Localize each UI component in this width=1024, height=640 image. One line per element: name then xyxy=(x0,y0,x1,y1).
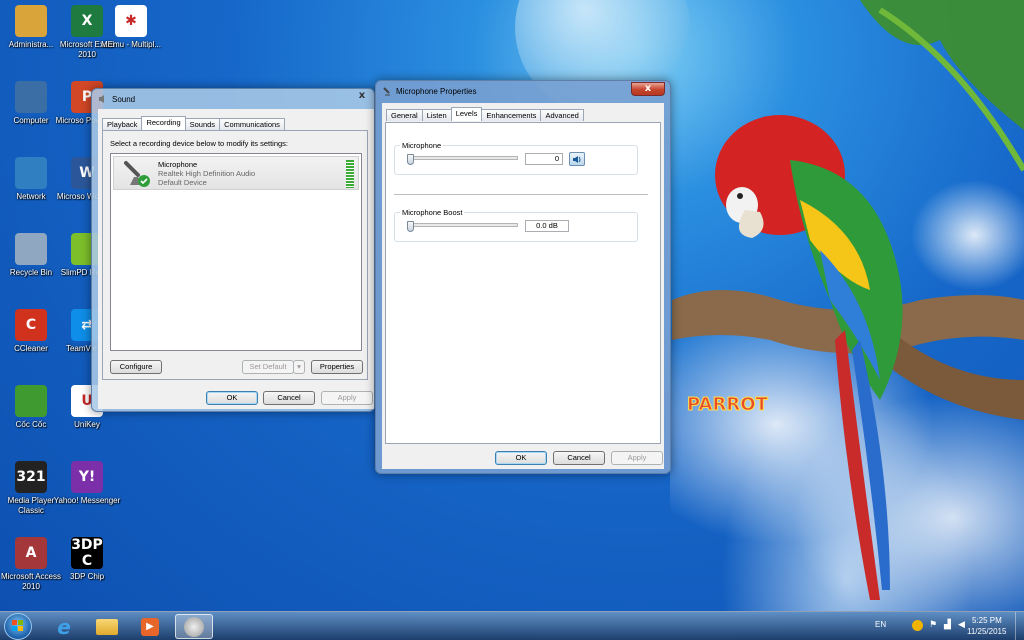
divider xyxy=(394,194,648,195)
speaker-icon xyxy=(184,616,204,637)
administrator-icon xyxy=(15,5,47,37)
access-icon: A xyxy=(15,537,47,569)
start-button[interactable] xyxy=(4,613,32,640)
microphone-icon xyxy=(383,87,390,96)
media-player-classic-icon: 321 xyxy=(15,461,47,493)
mic-titlebar[interactable]: Microphone Properties xyxy=(376,81,670,101)
device-driver: Realtek High Definition Audio xyxy=(158,169,256,178)
speaker-icon xyxy=(99,95,104,103)
sound-ok-button[interactable]: OK xyxy=(206,391,258,405)
svg-text:PARROT: PARROT xyxy=(687,394,768,415)
taskbar-media-player[interactable]: ▶ xyxy=(131,614,169,639)
language-indicator[interactable]: EN xyxy=(875,620,886,629)
microphone-value[interactable]: 0 xyxy=(525,153,563,165)
tab-playback[interactable]: Playback xyxy=(102,118,143,130)
wallpaper-clouds xyxy=(670,300,1024,611)
mic-title: Microphone Properties xyxy=(396,86,477,96)
default-checkmark-icon xyxy=(138,175,150,187)
microphone-properties-dialog: Microphone Properties x General Listen L… xyxy=(375,80,671,474)
tray-app-icon[interactable] xyxy=(912,620,923,631)
computer-icon xyxy=(15,81,47,113)
wallpaper-clouds-right xyxy=(900,170,1024,300)
desktop-icon-label: 3DP Chip xyxy=(69,572,105,581)
recording-instruction: Select a recording device below to modif… xyxy=(110,139,289,148)
media-player-icon: ▶ xyxy=(141,617,159,636)
sound-dialog: Sound x Playback Recording Sounds Commun… xyxy=(91,88,375,412)
sound-apply-button[interactable]: Apply xyxy=(321,391,373,405)
desktop-icon-yahoo-messenger[interactable]: Y! Yahoo! Messenger xyxy=(52,461,122,506)
tab-general[interactable]: General xyxy=(386,109,423,121)
sound-titlebar[interactable]: Sound xyxy=(92,89,374,109)
3dp-chip-icon: 3DP C xyxy=(71,537,103,569)
speaker-icon xyxy=(573,155,581,163)
tab-recording[interactable]: Recording xyxy=(141,116,186,130)
sound-client: Playback Recording Sounds Communications… xyxy=(98,109,374,409)
memu-icon: ✱ xyxy=(115,5,147,37)
coc-coc-icon xyxy=(15,385,47,417)
windows-logo-icon xyxy=(12,620,23,631)
device-name: Microphone xyxy=(158,160,198,169)
sound-tabs: Playback Recording Sounds Communications xyxy=(102,116,285,130)
boost-slider-track[interactable] xyxy=(408,223,518,227)
microphone-slider-thumb[interactable] xyxy=(407,154,414,165)
configure-button[interactable]: Configure xyxy=(110,360,162,374)
show-desktop-button[interactable] xyxy=(1015,612,1024,640)
chevron-down-icon: ▾ xyxy=(297,362,301,371)
desktop-icon-memu[interactable]: ✱ MEmu - Multipl... xyxy=(96,5,166,50)
tab-levels[interactable]: Levels xyxy=(450,107,483,121)
levels-panel: Microphone 0 Microphone Boost 0.0 dB xyxy=(385,122,661,444)
device-row-microphone[interactable]: Microphone Realtek High Definition Audio… xyxy=(113,156,359,190)
tab-listen[interactable]: Listen xyxy=(421,109,452,121)
clock-time[interactable]: 5:25 PM xyxy=(972,616,1002,625)
tray-volume-icon[interactable]: ◀ xyxy=(958,620,965,630)
microphone-slider-track[interactable] xyxy=(408,156,518,160)
sound-title: Sound xyxy=(112,94,136,104)
level-meter xyxy=(346,160,354,188)
device-list[interactable]: Microphone Realtek High Definition Audio… xyxy=(110,153,362,351)
microphone-level-label: Microphone xyxy=(400,141,444,150)
set-default-button[interactable]: Set Default xyxy=(242,360,294,374)
desktop-icon-label: MEmu - Multipl... xyxy=(100,40,161,49)
set-default-dropdown[interactable]: ▾ xyxy=(293,360,305,374)
mic-close-button[interactable]: x xyxy=(631,82,665,96)
mic-ok-button[interactable]: OK xyxy=(495,451,547,465)
recycle-bin-icon xyxy=(15,233,47,265)
tab-sounds[interactable]: Sounds xyxy=(184,118,221,130)
folder-icon xyxy=(96,618,118,635)
mic-client: General Listen Levels Enhancements Advan… xyxy=(382,103,664,469)
taskbar-internet-explorer[interactable]: e xyxy=(45,614,83,639)
taskbar-file-explorer[interactable] xyxy=(88,614,126,639)
boost-value[interactable]: 0.0 dB xyxy=(525,220,569,232)
network-icon xyxy=(15,157,47,189)
tab-enhancements[interactable]: Enhancements xyxy=(481,109,542,121)
sound-cancel-button[interactable]: Cancel xyxy=(263,391,315,405)
tray-flag-icon[interactable]: ⚑ xyxy=(929,620,937,630)
taskbar: e ▶ EN ⚑ ▟ ◀ 5:25 PM 11/25/2015 xyxy=(0,611,1024,640)
recording-panel: Select a recording device below to modif… xyxy=(102,130,368,380)
clock-date[interactable]: 11/25/2015 xyxy=(967,627,1006,636)
mic-tabs: General Listen Levels Enhancements Advan… xyxy=(386,107,584,121)
mic-cancel-button[interactable]: Cancel xyxy=(553,451,605,465)
ccleaner-icon: C xyxy=(15,309,47,341)
desktop-icon-3dp-chip[interactable]: 3DP C 3DP Chip xyxy=(52,537,122,582)
desktop-icon-label: UniKey xyxy=(74,420,100,429)
device-status: Default Device xyxy=(158,178,207,187)
taskbar-sound[interactable] xyxy=(175,614,213,639)
desktop-icon-label: Yahoo! Messenger xyxy=(53,496,121,505)
tab-communications[interactable]: Communications xyxy=(219,118,285,130)
boost-slider-thumb[interactable] xyxy=(407,221,414,232)
tab-advanced[interactable]: Advanced xyxy=(540,109,584,121)
boost-level-label: Microphone Boost xyxy=(400,208,465,217)
mute-toggle-button[interactable] xyxy=(569,152,585,166)
properties-button[interactable]: Properties xyxy=(311,360,363,374)
tray-network-icon[interactable]: ▟ xyxy=(944,620,951,630)
yahoo-messenger-icon: Y! xyxy=(71,461,103,493)
internet-explorer-icon: e xyxy=(57,614,71,639)
mic-apply-button[interactable]: Apply xyxy=(611,451,663,465)
sound-close-button[interactable]: x xyxy=(352,90,372,104)
